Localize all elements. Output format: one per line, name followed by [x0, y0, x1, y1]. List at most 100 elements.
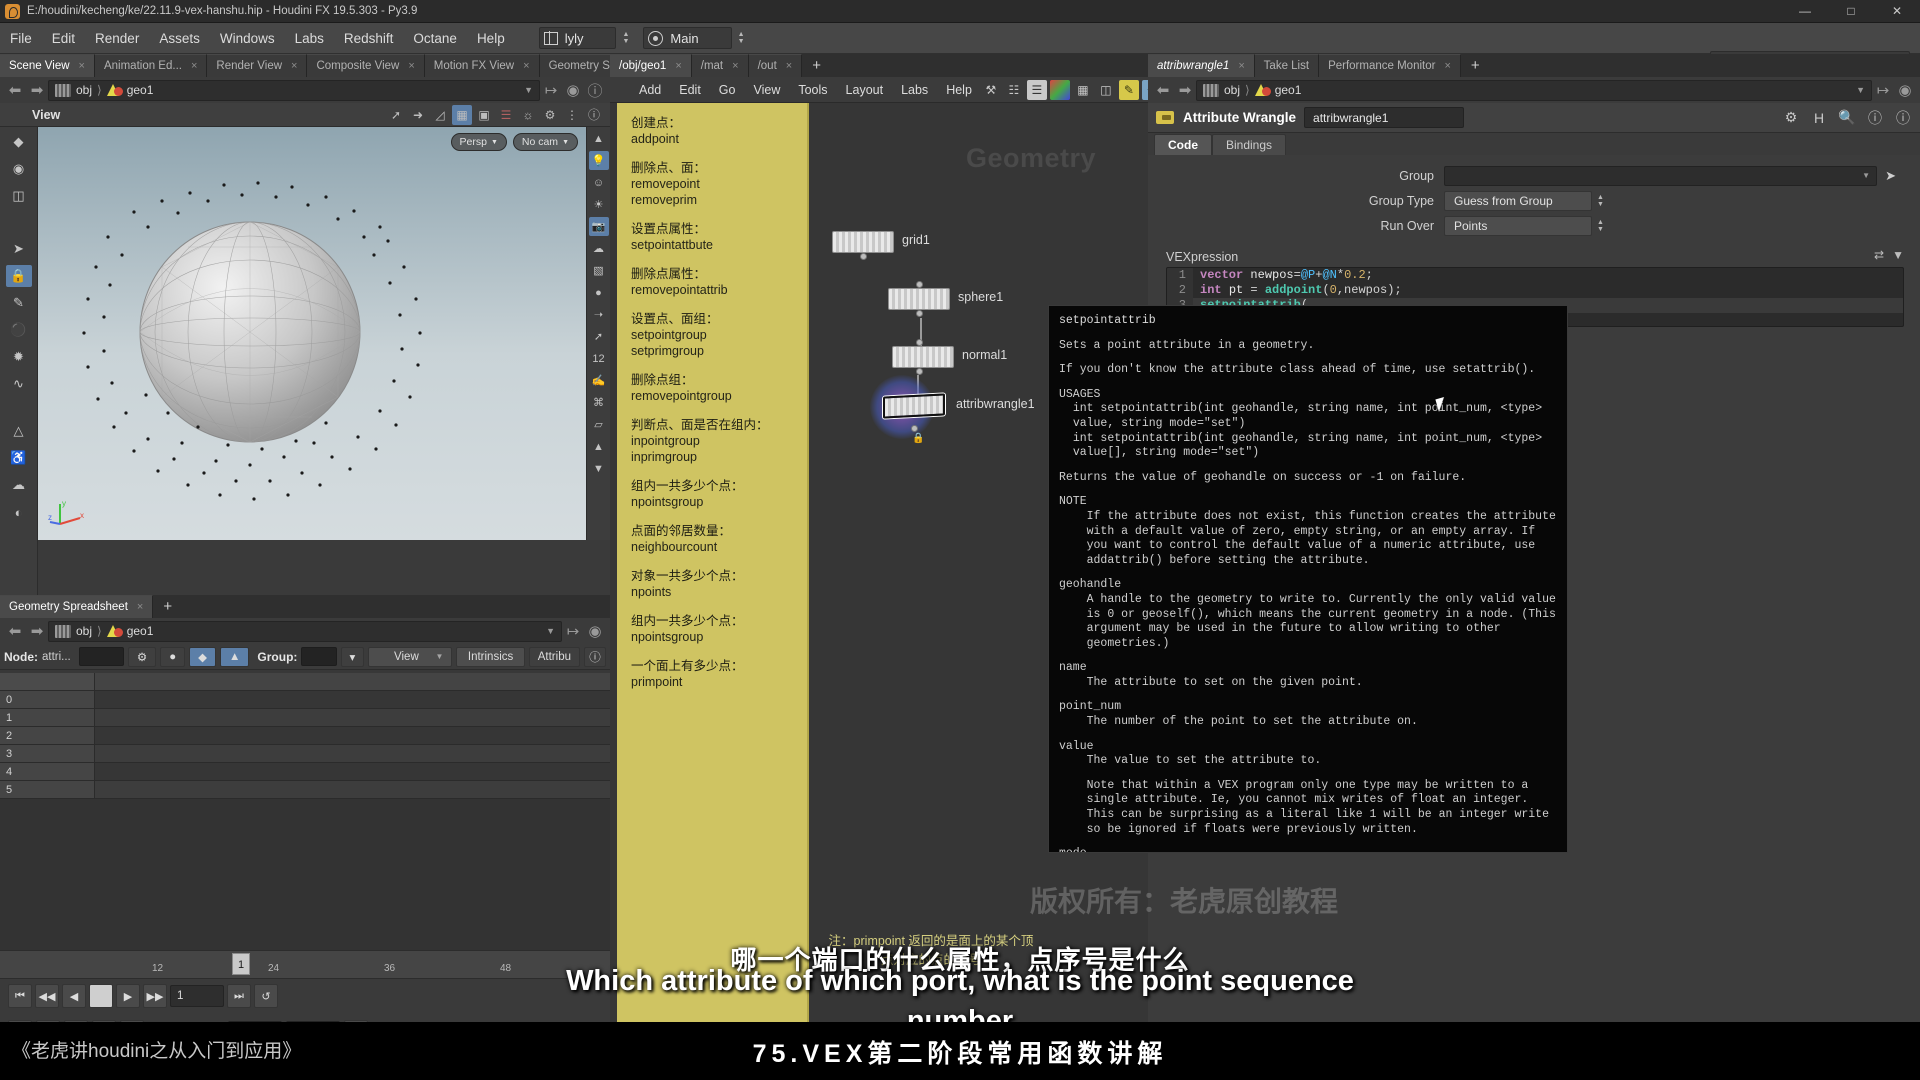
help-icon[interactable]: ⓘ [1892, 107, 1914, 129]
minimize-button[interactable]: — [1782, 0, 1828, 23]
sculpt-tool-icon[interactable]: ⚫ [6, 319, 32, 341]
houdini-logo-icon[interactable]: H [1808, 107, 1830, 129]
smooth-tool-icon[interactable]: ☁ [6, 474, 32, 496]
node-normal1[interactable] [892, 346, 954, 368]
select-arrow-icon[interactable]: ➤ [6, 238, 32, 260]
group-type-stepper[interactable]: ▲ ▼ [1597, 194, 1604, 208]
point-numbers-icon[interactable]: 12 [589, 349, 609, 368]
help-icon[interactable]: ⓘ [584, 105, 604, 125]
expand-editor-icon[interactable]: ⇄ [1874, 248, 1884, 262]
gear-icon[interactable]: ⚙ [540, 105, 560, 125]
chevron-down-icon[interactable]: ▼ [1862, 171, 1870, 180]
path-segment-geo1[interactable]: geo1 [127, 624, 154, 638]
tab-bindings[interactable]: Bindings [1212, 134, 1287, 155]
sticky-note[interactable]: 创建点： addpoint 删除点、面： removepoint removep… [617, 103, 809, 1080]
lock-icon[interactable]: 🔒 [5, 265, 32, 287]
view-tool-icon[interactable]: ◉ [6, 158, 32, 180]
table-row[interactable]: 3 [0, 745, 610, 763]
table-row[interactable]: 4 [0, 763, 610, 781]
search-icon[interactable]: 🔍 [1836, 107, 1858, 129]
parameter-path-field[interactable]: obj ⟩ geo1 ▼ [1196, 79, 1872, 101]
tab-take-list[interactable]: Take List [1254, 54, 1320, 77]
grid-view-icon[interactable]: ▦ [1073, 80, 1093, 100]
pane-selector[interactable]: Main [643, 27, 732, 49]
magnet-tool-icon[interactable]: ♿ [6, 447, 32, 469]
close-icon[interactable]: × [408, 60, 414, 72]
tab-obj-geo1[interactable]: /obj/geo1 × [610, 54, 692, 77]
move-tool-icon[interactable]: ➜ [408, 105, 428, 125]
node-grid1[interactable] [832, 231, 894, 253]
code-line[interactable]: 1 vector newpos=@P+@N*0.2; [1167, 268, 1903, 283]
tab-render-view[interactable]: Render View × [207, 54, 308, 77]
tab-performance-monitor[interactable]: Performance Monitor × [1319, 54, 1461, 77]
menu-windows[interactable]: Windows [210, 23, 285, 54]
close-button[interactable]: ✕ [1874, 0, 1920, 23]
snapshot-icon[interactable]: ☰ [496, 105, 516, 125]
deform-tool-icon[interactable]: ◐ [6, 501, 32, 523]
vector-display-icon[interactable]: ➝ [589, 305, 609, 324]
view-tool-icon[interactable]: ◿ [430, 105, 450, 125]
network-menu-go[interactable]: Go [710, 77, 745, 103]
viewport-3d[interactable]: Persp ▼ No cam ▼ y x z [38, 127, 586, 540]
tab-attribwrangle1[interactable]: attribwrangle1 × [1148, 54, 1255, 77]
network-menu-edit[interactable]: Edit [670, 77, 710, 103]
tab-mat[interactable]: /mat × [691, 54, 749, 77]
back-arrow-icon[interactable]: ⬅ [4, 81, 26, 99]
tree-view-icon[interactable]: ☷ [1004, 80, 1024, 100]
select-tool-icon[interactable]: ➚ [386, 105, 406, 125]
back-arrow-icon[interactable]: ⬅ [1152, 81, 1174, 99]
detail-mode-icon[interactable]: ▲ [220, 646, 250, 667]
node-path-field[interactable] [78, 647, 124, 666]
desktop-selector[interactable]: lyly [538, 27, 617, 49]
path-segment-obj[interactable]: obj [1224, 83, 1240, 97]
menu-labs[interactable]: Labs [285, 23, 334, 54]
node-output-connector[interactable] [916, 368, 923, 375]
box-tool-icon[interactable]: ◫ [6, 185, 32, 207]
light-icon[interactable]: ☺ [589, 173, 609, 192]
ghost-display-icon[interactable]: ▣ [474, 105, 494, 125]
material-preview-icon[interactable]: ☼ [518, 105, 538, 125]
pane-stepper[interactable]: ▲ ▼ [738, 31, 745, 45]
table-cell[interactable] [95, 691, 610, 708]
normals-display-icon[interactable]: ➚ [589, 327, 609, 346]
add-tab-button[interactable]: + [802, 54, 831, 77]
menu-edit[interactable]: Edit [42, 23, 85, 54]
node-output-connector[interactable] [860, 253, 867, 260]
tab-out[interactable]: /out × [748, 54, 803, 77]
backface-icon[interactable]: ▲ [589, 437, 609, 456]
param-input-group[interactable]: ▼ [1444, 165, 1878, 186]
guide-geometry-icon[interactable]: ▱ [589, 415, 609, 434]
table-cell[interactable] [95, 745, 610, 762]
back-arrow-icon[interactable]: ⬅ [4, 622, 26, 640]
headlight-icon[interactable]: 💡 [588, 151, 609, 170]
desktop-stepper[interactable]: ▲ ▼ [622, 31, 629, 45]
info-icon[interactable]: ⓘ [1864, 107, 1886, 129]
gs-path-field[interactable]: obj ⟩ geo1 ▼ [48, 620, 562, 642]
vertices-mode-icon[interactable]: ● [160, 646, 186, 667]
menu-help[interactable]: Help [467, 23, 515, 54]
node-attribwrangle1[interactable] [883, 393, 945, 419]
tab-animation-editor[interactable]: Animation Ed... × [94, 54, 208, 77]
intrinsics-button[interactable]: Intrinsics [456, 646, 525, 667]
target-icon[interactable]: ◉ [1894, 81, 1916, 99]
view-dropdown[interactable]: View ▼ [368, 646, 453, 667]
close-icon[interactable]: × [523, 60, 529, 72]
prim-numbers-icon[interactable]: ✍ [589, 371, 609, 390]
help-icon[interactable]: ⓘ [584, 646, 606, 667]
pin-icon[interactable]: ↦ [1872, 81, 1894, 99]
color-palette-icon[interactable] [1049, 79, 1070, 100]
network-menu-labs[interactable]: Labs [892, 77, 937, 103]
tools-wrench-icon[interactable]: ⚒ [981, 80, 1001, 100]
points-mode-icon[interactable]: ⚙ [127, 646, 157, 667]
polygon-tool-icon[interactable]: △ [6, 420, 32, 442]
chevron-down-icon[interactable]: ▼ [546, 626, 555, 636]
table-row[interactable]: 5 [0, 781, 610, 799]
camera-chip[interactable]: No cam ▼ [512, 133, 578, 151]
network-menu-tools[interactable]: Tools [789, 77, 836, 103]
table-row[interactable]: 2 [0, 727, 610, 745]
param-menu-group-type[interactable]: Guess from Group [1444, 190, 1592, 211]
help-icon[interactable]: ⓘ [584, 80, 606, 101]
table-cell[interactable] [95, 727, 610, 744]
node-input-connector[interactable] [916, 281, 923, 288]
table-cell[interactable] [95, 709, 610, 726]
